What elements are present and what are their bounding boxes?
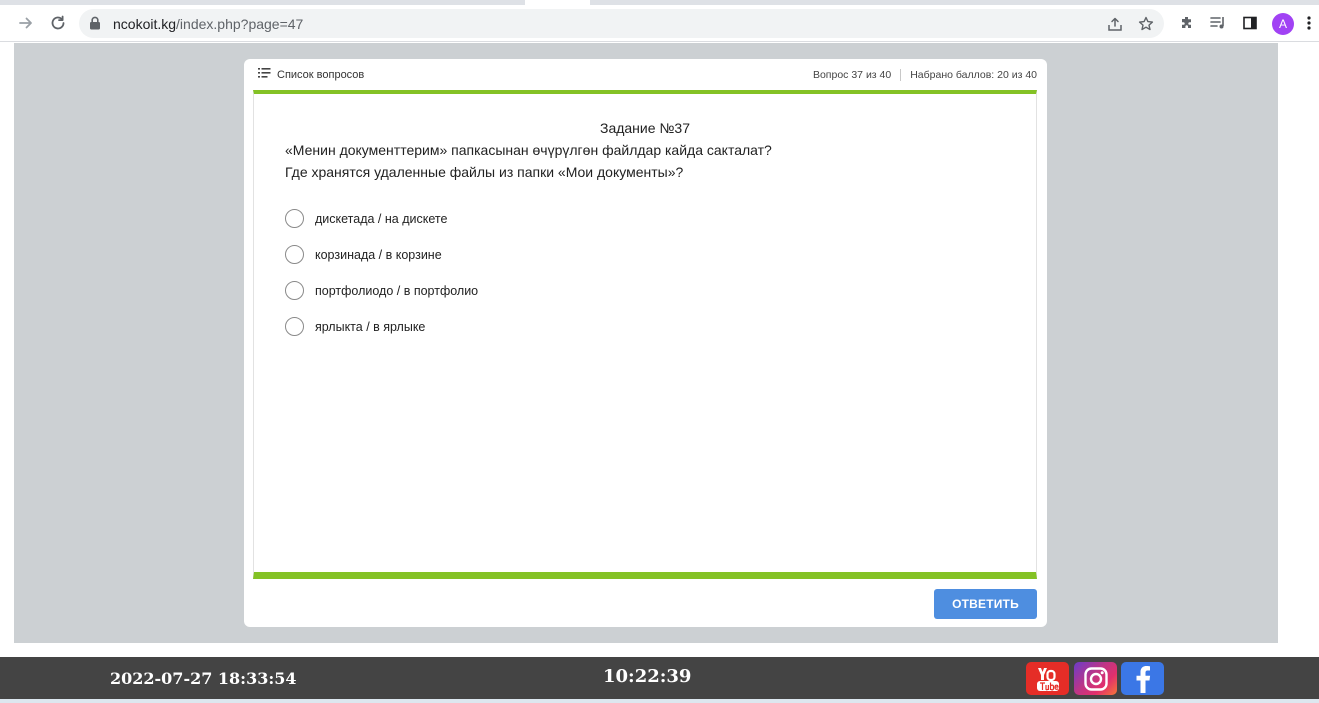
radio-button[interactable]	[285, 245, 304, 264]
page-content: Список вопросов Вопрос 37 из 40 Набрано …	[0, 43, 1319, 657]
facebook-icon[interactable]	[1121, 662, 1164, 695]
answer-option[interactable]: портфолиодо / в портфолио	[285, 281, 478, 300]
radio-button[interactable]	[285, 281, 304, 300]
datetime-display: 2022-07-27 18:33:54	[110, 669, 297, 688]
question-text-ky: «Менин документтерим» папкасынан өчүрүлг…	[285, 142, 772, 158]
footer-bar: 2022-07-27 18:33:54 10:22:39	[0, 657, 1319, 699]
reload-icon[interactable]	[44, 9, 72, 37]
share-icon[interactable]	[1106, 15, 1124, 33]
youtube-icon[interactable]	[1026, 662, 1069, 695]
question-text-ru: Где хранятся удаленные файлы из папки «М…	[285, 164, 684, 180]
option-label: дискетада / на дискете	[315, 211, 448, 226]
bookmark-star-icon[interactable]	[1137, 15, 1155, 33]
profile-avatar[interactable]: A	[1272, 13, 1294, 35]
question-list-label: Список вопросов	[277, 68, 365, 81]
timer-display: 10:22:39	[603, 666, 692, 687]
browser-toolbar: ncokoit.kg/index.php?page=47 A	[0, 5, 1319, 42]
page-background: Список вопросов Вопрос 37 из 40 Набрано …	[14, 43, 1278, 643]
quiz-card: Список вопросов Вопрос 37 из 40 Набрано …	[244, 59, 1047, 627]
answer-option[interactable]: корзинада / в корзине	[285, 245, 442, 264]
url-text[interactable]: ncokoit.kg/index.php?page=47	[113, 16, 303, 32]
status-divider	[900, 69, 902, 81]
address-bar[interactable]: ncokoit.kg/index.php?page=47	[79, 9, 1164, 38]
question-list-button[interactable]: Список вопросов	[258, 68, 364, 81]
radio-button[interactable]	[285, 209, 304, 228]
list-icon	[258, 68, 271, 81]
answer-option[interactable]: дискетада / на дискете	[285, 209, 447, 228]
answer-button[interactable]: ОТВЕТИТЬ	[934, 589, 1037, 619]
radio-button[interactable]	[285, 317, 304, 336]
option-label: ярлыкта / в ярлыке	[315, 319, 426, 334]
extensions-icon[interactable]	[1177, 13, 1197, 33]
question-panel: Задание №37 «Менин документтерим» папкас…	[253, 90, 1037, 579]
option-label: корзинада / в корзине	[315, 247, 442, 262]
task-title: Задание №37	[599, 120, 690, 136]
answer-option[interactable]: ярлыкта / в ярлыке	[285, 317, 425, 336]
quiz-header: Список вопросов Вопрос 37 из 40 Набрано …	[244, 59, 1047, 91]
side-panel-icon[interactable]	[1240, 13, 1260, 33]
lock-icon[interactable]	[89, 16, 101, 35]
quiz-status: Вопрос 37 из 40 Набрано баллов: 20 из 40	[813, 69, 1037, 81]
forward-icon[interactable]	[12, 9, 40, 37]
more-menu-icon[interactable]	[1303, 13, 1315, 33]
option-label: портфолиодо / в портфолио	[315, 283, 479, 298]
question-progress: Вопрос 37 из 40	[812, 69, 892, 81]
bottom-strip	[0, 699, 1319, 703]
score-text: Набрано баллов: 20 из 40	[910, 69, 1037, 81]
instagram-icon[interactable]	[1074, 662, 1117, 695]
media-playlist-icon[interactable]	[1208, 13, 1228, 33]
